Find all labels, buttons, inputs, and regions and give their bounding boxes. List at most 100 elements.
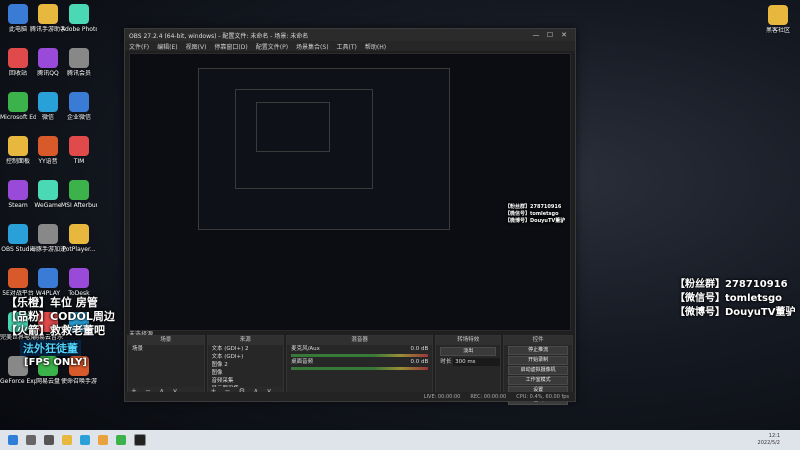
app-icon [38, 136, 58, 156]
list-item-label: 文本 (GDI+) [211, 354, 244, 360]
list-item[interactable]: 场景 [128, 345, 204, 353]
app-icon [69, 92, 89, 112]
desktop-icon[interactable]: 腾讯会员 [61, 48, 97, 77]
app-icon [38, 48, 58, 68]
menu-item[interactable]: 视图(V) [186, 42, 207, 51]
app-icon [38, 4, 58, 24]
channel-name: 麦克风/Aux [291, 346, 320, 352]
list-item-label: 图像 2 [211, 362, 228, 368]
overlay-line: 【粉丝群】278710916 [505, 204, 562, 210]
nested-preview-1 [198, 68, 450, 230]
obs-preview[interactable]: 【粉丝群】278710916 【微信号】tomletsgo 【微博号】Douyu… [129, 53, 571, 331]
overlay-tag-name: 法外狂徒董 [20, 340, 81, 356]
desktop-icon[interactable]: PotPlayer... [61, 224, 97, 253]
list-item[interactable]: 图像 2 [208, 361, 284, 369]
obs-taskbar-icon[interactable] [134, 434, 146, 446]
overlay-line: 【乐橙】车位 房管 [6, 296, 98, 309]
overlay-right: 【粉丝群】278710916 【微信号】tomletsgo 【微博号】Douyu… [675, 278, 796, 320]
desktop-icon[interactable]: Adobe Photosh... [61, 4, 97, 33]
mixer-title: 混音器 [287, 336, 433, 345]
control-button[interactable]: 开始录制 [508, 356, 568, 365]
obs-statusbar: LIVE: 00:00:00 REC: 00:00:00 CPU: 0.4%, … [125, 392, 575, 401]
desktop-icon-label: 腾讯会员 [66, 70, 91, 77]
list-item[interactable]: 音频采集 [208, 377, 284, 385]
duration-input[interactable]: 300 ms [453, 358, 501, 366]
overlay-line: 【品粉】CODOL周边 [6, 310, 115, 323]
menu-item[interactable]: 场景集合(S) [296, 42, 329, 51]
desktop-icon-label: PotPlayer... [62, 246, 96, 253]
menu-item[interactable]: 帮助(H) [365, 42, 386, 51]
close-icon[interactable]: ✕ [557, 31, 571, 39]
app-icon [8, 48, 28, 68]
volume-meter[interactable] [291, 367, 429, 370]
control-button[interactable]: 停止推流 [508, 346, 568, 355]
tray-time: 12:1 [768, 433, 780, 439]
app-icon [8, 180, 28, 200]
controls-title: 控件 [504, 336, 572, 345]
control-button[interactable]: 启动虚拟摄像机 [508, 366, 568, 375]
menu-item[interactable]: 工具(T) [337, 42, 357, 51]
desktop-icon-label: MSI Afterburner [61, 202, 97, 209]
app-icon [38, 268, 58, 288]
live-status: LIVE: 00:00:00 [423, 393, 461, 400]
app-icon [8, 92, 28, 112]
wechat-icon[interactable] [116, 435, 126, 445]
obs-title: OBS 27.2.4 (64-bit, windows) - 配置文件: 未命名… [129, 32, 309, 40]
desktop-icon[interactable]: TIM [61, 136, 97, 165]
edge-icon[interactable] [80, 435, 90, 445]
sources-title: 来源 [207, 336, 284, 345]
menu-item[interactable]: 编辑(E) [157, 42, 177, 51]
transition-duration-row: 时长 300 ms [436, 358, 501, 366]
app-icon [8, 4, 28, 24]
menu-item[interactable]: 配置文件(P) [256, 42, 288, 51]
list-item[interactable]: 图像 [208, 369, 284, 377]
overlay-line: 【微信号】tomletsgo [505, 211, 559, 217]
system-tray-clock[interactable]: 12:1 2022/5/2 [758, 433, 780, 447]
scenes-title: 场景 [128, 336, 204, 345]
menu-item[interactable]: 文件(F) [129, 42, 149, 51]
volume-meter[interactable] [291, 354, 429, 357]
overlay-line: 【火箭】救救老董吧 [6, 324, 105, 337]
desktop-icon-label: 黑客社区 [765, 27, 790, 34]
menu-item[interactable]: 停靠窗口(D) [214, 42, 247, 51]
start-icon[interactable] [8, 435, 18, 445]
list-item-label: 文本 (GDI+) 2 [211, 346, 249, 352]
duration-label: 时长 [440, 359, 452, 365]
cpu-status: CPU: 0.4%, 60.00 fps [516, 393, 569, 400]
desktop-icon[interactable]: ToDesk [61, 268, 97, 297]
app-icon [38, 224, 58, 244]
maximize-icon[interactable]: ☐ [543, 31, 557, 39]
mixer-channel: 麦克风/Aux 0.0 dB [287, 345, 432, 353]
app-icon [69, 4, 89, 24]
channel-db: 0.0 dB [410, 346, 429, 352]
desktop-icon[interactable]: 企业微信 [61, 92, 97, 121]
control-button[interactable]: 工作室模式 [508, 376, 568, 385]
overlay-line: 【微博号】DouyuTV董驴 [505, 218, 566, 224]
overlay-line: 【微博号】DouyuTV董驴 [675, 307, 796, 318]
file-explorer-icon[interactable] [62, 435, 72, 445]
yy-icon[interactable] [98, 435, 108, 445]
app-icon [38, 180, 58, 200]
nested-preview-2 [235, 89, 373, 189]
desktop-icon-label: TIM [73, 158, 85, 165]
list-item-label: 图像 [211, 370, 223, 376]
app-icon [8, 268, 28, 288]
app-icon [69, 224, 89, 244]
preview-overlay-right: 【粉丝群】278710916 【微信号】tomletsgo 【微博号】Douyu… [505, 204, 565, 225]
transition-type-select[interactable]: 淡出 [440, 347, 497, 356]
scenes-dock: 场景 场景 + − ∧ ∨ [127, 335, 205, 397]
transitions-dock: 转场特效 淡出 时长 300 ms [435, 335, 502, 397]
list-item[interactable]: 文本 (GDI+) 2 [208, 345, 284, 353]
desktop-icon[interactable]: MSI Afterburner [61, 180, 97, 209]
taskview-icon[interactable] [44, 435, 54, 445]
search-icon[interactable] [26, 435, 36, 445]
app-icon [69, 180, 89, 200]
app-icon [69, 136, 89, 156]
desktop-icon-label: Adobe Photosh... [61, 26, 97, 33]
minimize-icon[interactable]: — [529, 31, 543, 39]
nested-preview-3 [256, 102, 330, 152]
channel-name: 桌面音频 [291, 359, 314, 365]
desktop-icon-folder[interactable]: 黑客社区 [760, 5, 796, 34]
list-item[interactable]: 文本 (GDI+) [208, 353, 284, 361]
desktop-icon-label: 企业微信 [66, 114, 91, 121]
